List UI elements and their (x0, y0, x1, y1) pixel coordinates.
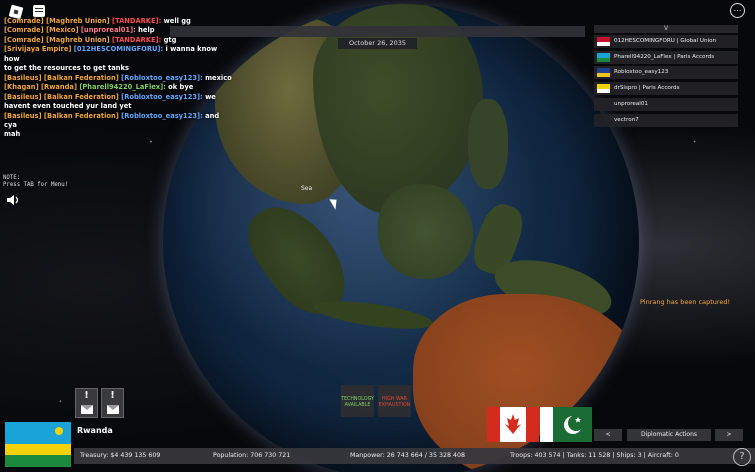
alert-exclamation: ! (110, 390, 115, 401)
chat-text: we (205, 92, 216, 101)
player-list-row[interactable]: unproreal01 (594, 97, 738, 111)
chat-tag: [Balkan Federation] (43, 73, 119, 82)
chat-text: gtg (163, 35, 177, 44)
chat-tag: [Basileus] (4, 73, 42, 82)
sea-label: Sea (301, 185, 313, 192)
player-name: Robloxtoo_easy123 (614, 69, 669, 76)
player-list-toggle[interactable]: V (594, 25, 738, 33)
help-icon[interactable]: ? (733, 448, 751, 466)
land-philippines[interactable] (468, 99, 508, 189)
chat-message: [Basileus] [Balkan Federation] [Robloxto… (4, 74, 234, 83)
war-exhaustion-indicator[interactable]: HIGH WAR EXHAUSTION (378, 385, 411, 417)
chat-message: mah (4, 130, 234, 139)
player-name: drSispro | Paris Accords (614, 85, 680, 92)
chat-log: [Comrade] [Maghreb Union] [TANDARKE]: we… (4, 17, 234, 140)
player-name: 012HESCOMINGFORU | Global Union (614, 38, 717, 44)
stats-bar: Treasury: $4 439 135 609 Population: 706… (74, 448, 755, 464)
chat-message: [Basileus] [Balkan Federation] [Robloxto… (4, 112, 234, 131)
treasury-stat: Treasury: $4 439 135 609 (80, 452, 161, 459)
chat-text: ok bye (168, 83, 194, 92)
player-flag-icon (597, 68, 610, 78)
chat-tag: [unproreal01]: (80, 26, 136, 35)
chat-tag: [Comrade] (4, 35, 44, 44)
chat-tag: [Balkan Federation] (43, 92, 119, 101)
player-list-row[interactable]: Pharell94220_LaFlex | Paris Accords (594, 50, 738, 64)
speaker-icon[interactable] (6, 194, 21, 206)
game-date: October 26, 2035 (338, 38, 417, 49)
chat-message: [Khagan] [Rwanda] [Pharell94220_LaFlex]:… (4, 83, 234, 92)
chat-message: havent even touched yur land yet (4, 102, 234, 111)
player-list-row[interactable]: 012HESCOMINGFORU | Global Union (594, 35, 738, 48)
chat-tag: [Khagan] (4, 83, 39, 92)
mouse-cursor-icon (329, 196, 341, 210)
diplomacy-next-button[interactable]: > (715, 429, 743, 441)
chat-tag: [Mexico] (46, 26, 79, 35)
chat-message: [Comrade] [Maghreb Union] [TANDARKE]: gt… (4, 36, 234, 45)
chat-tag: [TANDARKE]: (112, 35, 162, 44)
player-name: vectron7 (614, 116, 639, 123)
chat-tag: [Maghreb Union] (46, 17, 110, 25)
chat-tag: [Basileus] (4, 111, 42, 120)
note-line: Press TAB for Menu! (3, 182, 69, 188)
diplomacy-prev-button[interactable]: < (594, 429, 622, 441)
chat-text: help (138, 26, 155, 35)
chat-text: havent even touched yur land yet (4, 102, 132, 111)
population-stat: Population: 706 730 721 (213, 452, 291, 459)
capture-notification: Pinrang has been captured! (640, 298, 731, 306)
rwanda-flag (5, 422, 71, 467)
more-options-icon[interactable]: … (730, 3, 745, 18)
chat-text: mah (4, 130, 21, 139)
chat-tag: [Robloxtoo_easy123]: (121, 73, 203, 82)
chat-tag: [Rwanda] (40, 83, 77, 92)
player-list-row[interactable]: Robloxtoo_easy123 (594, 66, 738, 80)
chat-tag: [Basileus] (4, 92, 42, 101)
chat-icon[interactable] (33, 5, 45, 17)
envelope-icon (81, 405, 93, 414)
player-name: unproreal01 (614, 100, 648, 107)
land-borneo[interactable] (378, 184, 473, 279)
chat-text: to get the resources to get tanks (4, 64, 129, 73)
chat-tag: [Srivijaya Empire] (4, 45, 72, 54)
manpower-stat: Manpower: 26 743 664 / 35 328 408 (350, 452, 465, 459)
note-line: NOTE: (3, 175, 21, 181)
diplomatic-actions-button[interactable]: Diplomatic Actions (627, 429, 711, 441)
alert-message-button[interactable]: ! (101, 388, 124, 418)
chat-message: to get the resources to get tanks (4, 64, 234, 73)
alert-exclamation: ! (84, 390, 89, 401)
envelope-icon (107, 405, 119, 414)
alert-message-button[interactable]: ! (75, 388, 98, 418)
chat-tag: [Robloxtoo_easy123]: (121, 92, 203, 101)
country-name: Rwanda (77, 426, 113, 435)
pakistan-flag[interactable] (540, 407, 592, 442)
player-name: Pharell94220_LaFlex | Paris Accords (614, 53, 715, 60)
player-flag-icon (597, 52, 610, 62)
menu-note: NOTE: Press TAB for Menu! (3, 175, 68, 189)
player-list-row[interactable]: drSispro | Paris Accords (594, 82, 738, 96)
chat-text: well gg (163, 17, 191, 25)
player-list-row[interactable]: vectron7 (594, 113, 738, 127)
chat-tag: [TANDARKE]: (112, 17, 162, 25)
chat-message: [Basileus] [Balkan Federation] [Robloxto… (4, 93, 234, 102)
chat-tag: [Robloxtoo_easy123]: (121, 111, 203, 120)
chat-message: [Srivijaya Empire] [012HESCOMINGFORU]: i… (4, 45, 234, 64)
technology-available-button[interactable]: TECHNOLOGY AVAILABLE (341, 385, 374, 417)
chat-message: [Comrade] [Mexico] [unproreal01]: help (4, 26, 234, 35)
land-java[interactable] (312, 295, 434, 335)
chat-tag: [Comrade] (4, 17, 44, 25)
chat-text: mexico (205, 73, 232, 82)
land-australia[interactable] (413, 294, 639, 472)
canada-flag[interactable] (487, 407, 539, 442)
chat-tag: [Comrade] (4, 26, 44, 35)
chat-tag: [Balkan Federation] (43, 111, 119, 120)
chat-tag: [012HESCOMINGFORU]: (73, 45, 164, 54)
chat-tag: [Pharell94220_LaFlex]: (79, 83, 166, 92)
chat-tag: [Maghreb Union] (46, 35, 110, 44)
player-flag-icon (597, 37, 610, 46)
player-flag-icon (597, 84, 610, 94)
military-stat: Troops: 403 574 | Tanks: 11 528 | Ships:… (510, 452, 679, 459)
